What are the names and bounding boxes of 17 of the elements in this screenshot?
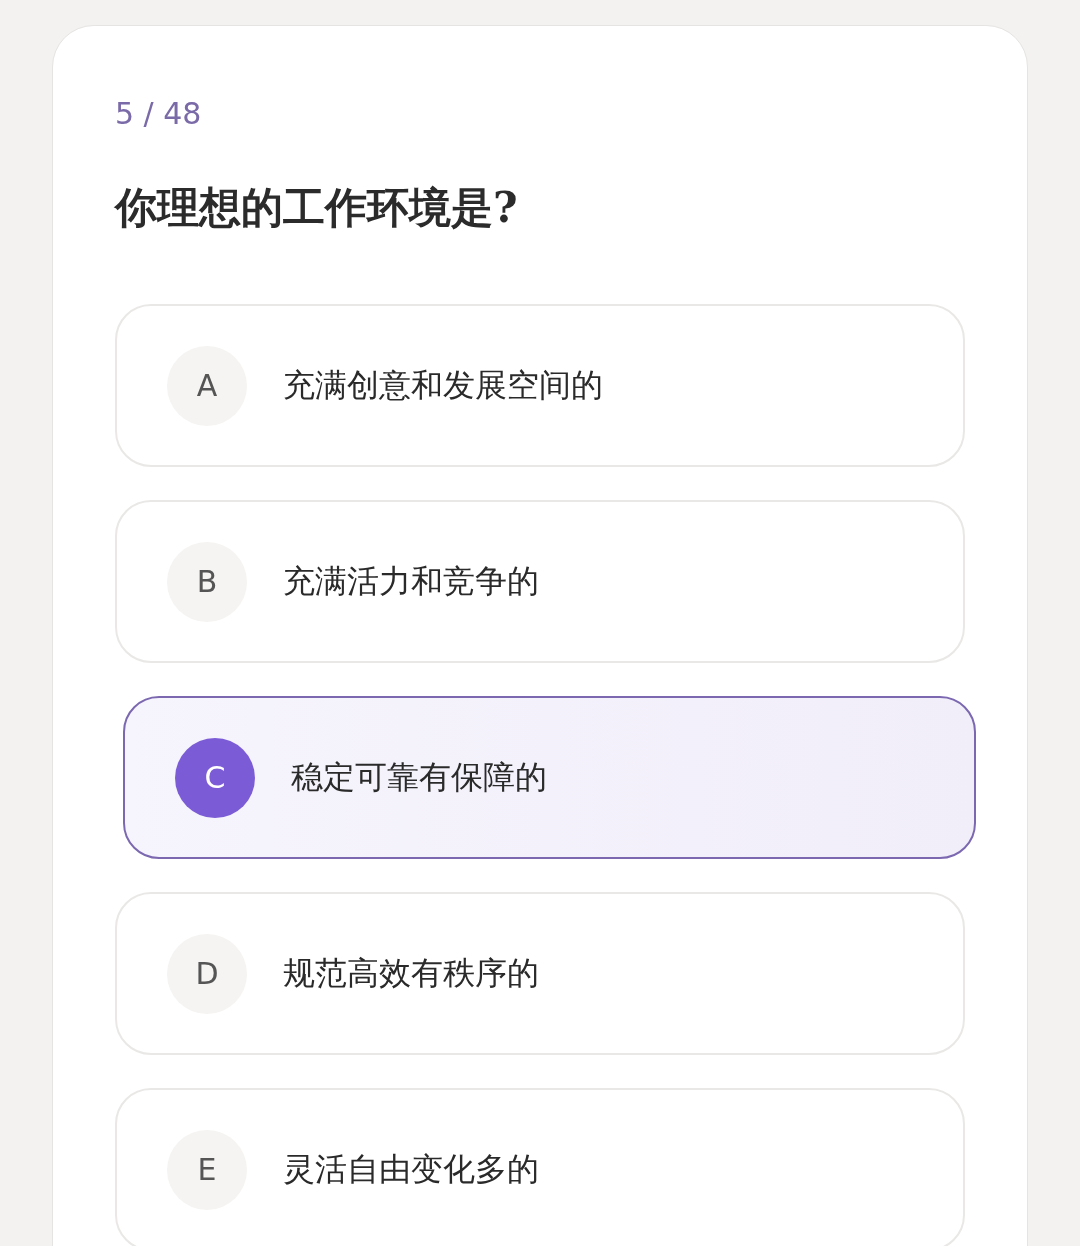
answer-option[interactable]: B 充满活力和竞争的 bbox=[115, 500, 965, 663]
answer-option[interactable]: E 灵活自由变化多的 bbox=[115, 1088, 965, 1246]
option-letter-badge: C bbox=[175, 737, 255, 818]
option-label: 规范高效有秩序的 bbox=[283, 952, 539, 994]
option-letter-badge: B bbox=[167, 541, 247, 622]
option-letter-badge: D bbox=[167, 933, 247, 1014]
answer-option[interactable]: C 稳定可靠有保障的 bbox=[123, 696, 976, 859]
question-counter: 5 / 48 bbox=[115, 95, 202, 133]
option-label: 充满活力和竞争的 bbox=[283, 560, 539, 602]
option-label: 稳定可靠有保障的 bbox=[291, 756, 547, 798]
option-label: 灵活自由变化多的 bbox=[283, 1148, 539, 1190]
question-text: 你理想的工作环境是? bbox=[115, 182, 518, 234]
answer-option[interactable]: A 充满创意和发展空间的 bbox=[115, 304, 965, 467]
answer-option[interactable]: D 规范高效有秩序的 bbox=[115, 892, 965, 1055]
option-letter-badge: E bbox=[167, 1129, 247, 1210]
option-label: 充满创意和发展空间的 bbox=[283, 364, 603, 406]
option-letter-badge: A bbox=[167, 345, 247, 426]
